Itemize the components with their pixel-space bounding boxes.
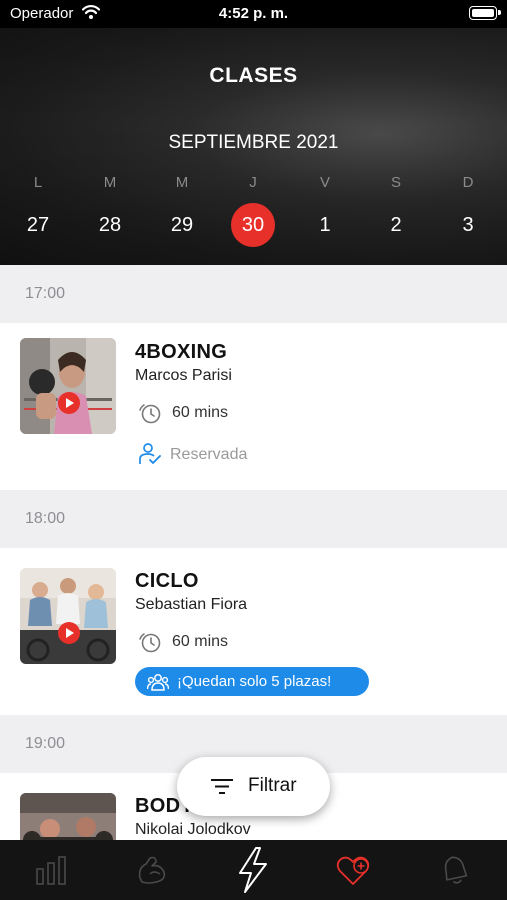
weekday-label: S [390, 174, 401, 191]
instructor-name: Marcos Parisi [135, 367, 232, 384]
calendar-header: CLASES SEPTIEMBRE 2021 L M M J V S D 27 … [0, 28, 507, 265]
booking-status: Reservada [170, 446, 248, 463]
tab-health[interactable] [303, 840, 404, 900]
tab-workouts[interactable] [101, 840, 202, 900]
weekday-label: V [319, 174, 330, 191]
day-29[interactable]: 29 [160, 203, 204, 247]
tab-notifications[interactable] [404, 840, 505, 900]
battery-icon [469, 6, 501, 20]
slot-time: 17:00 [25, 285, 66, 302]
weekday-label: J [249, 174, 257, 191]
bar-chart-icon [35, 856, 66, 885]
month-label: SEPTIEMBRE 2021 [168, 132, 339, 153]
bell-icon [444, 856, 467, 884]
instructor-name: Nikolai Jolodkov [135, 821, 251, 838]
availability-text: ¡Quedan solo 5 plazas! [177, 673, 332, 690]
class-thumbnail-cycling[interactable] [20, 568, 116, 664]
page-title: CLASES [209, 64, 298, 87]
cycling-photo [20, 568, 116, 664]
class-card-ciclo[interactable]: CICLO Sebastian Fiora 60 mins ¡Quedan so… [0, 548, 507, 715]
slot-time: 19:00 [25, 735, 66, 752]
class-name: CICLO [135, 570, 199, 592]
day-2[interactable]: 2 [374, 203, 418, 247]
boxing-photo [20, 338, 116, 434]
instructor-name: Sebastian Fiora [135, 596, 248, 613]
lightning-icon [238, 847, 267, 893]
day-1[interactable]: 1 [303, 203, 347, 247]
status-bar: Operador 4:52 p. m. [0, 0, 507, 28]
day-30-selected[interactable]: 30 [231, 203, 275, 247]
slot-time: 18:00 [25, 510, 66, 527]
gym-photo [20, 793, 116, 840]
tab-classes[interactable] [202, 840, 303, 900]
bottom-tab-bar [0, 840, 507, 900]
weekday-label: M [175, 174, 189, 191]
class-card-4boxing[interactable]: 4BOXING Marcos Parisi 60 mins Reservada [0, 323, 507, 490]
class-duration: 60 mins [172, 633, 229, 650]
status-time: 4:52 p. m. [218, 5, 289, 22]
filter-label: Filtrar [248, 775, 297, 796]
weekday-label: L [33, 174, 43, 191]
group-icon [147, 674, 169, 691]
heart-add-icon [336, 856, 369, 885]
play-icon [58, 622, 80, 644]
day-27[interactable]: 27 [16, 203, 60, 247]
clock-icon [139, 404, 161, 424]
filter-button[interactable]: Filtrar [177, 757, 330, 816]
time-slot-header: 17:00 [0, 265, 507, 323]
class-duration: 60 mins [172, 404, 229, 421]
class-name: 4BOXING [135, 341, 228, 363]
muscle-icon [138, 856, 165, 884]
class-thumbnail-gym[interactable] [20, 793, 116, 840]
class-thumbnail-boxing[interactable] [20, 338, 116, 434]
play-icon [58, 392, 80, 414]
availability-badge: ¡Quedan solo 5 plazas! [135, 667, 369, 696]
time-slot-header: 18:00 [0, 490, 507, 548]
weekday-label: M [103, 174, 117, 191]
day-28[interactable]: 28 [88, 203, 132, 247]
weekday-label: D [462, 174, 474, 191]
tab-stats[interactable] [0, 840, 101, 900]
day-3[interactable]: 3 [446, 203, 490, 247]
filter-lines-icon [211, 779, 233, 794]
clock-icon [139, 633, 161, 653]
user-check-icon [139, 443, 161, 464]
